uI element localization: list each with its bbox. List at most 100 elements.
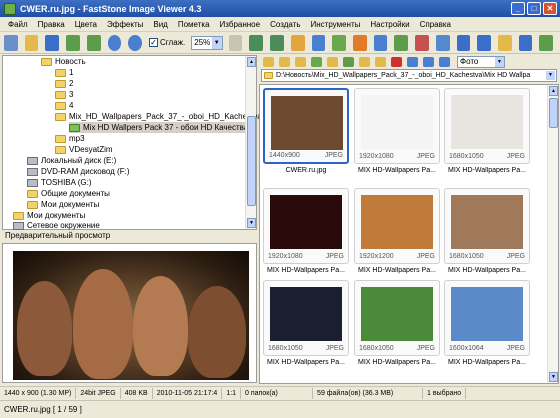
menu-edit[interactable]: Правка xyxy=(33,20,70,29)
thumbnail[interactable]: 1920x1080 JPEG xyxy=(354,88,440,164)
rotate-left-icon[interactable] xyxy=(373,34,388,51)
copy-icon[interactable] xyxy=(343,56,354,67)
zoom-select[interactable]: 25% ▼ xyxy=(191,35,223,50)
wallpaper-icon[interactable] xyxy=(498,34,512,51)
menu-tag[interactable]: Пометка xyxy=(173,20,215,29)
tree-item-label: 3 xyxy=(69,90,74,99)
thumbnail-dimensions: 1680x1050 xyxy=(449,153,484,160)
prev-image-icon[interactable] xyxy=(66,34,80,51)
copy-to-icon[interactable] xyxy=(249,34,264,51)
zoom-in-icon[interactable] xyxy=(107,34,122,51)
refresh-icon[interactable] xyxy=(311,56,322,67)
scroll-up-icon[interactable]: ▲ xyxy=(247,57,256,67)
scroll-thumb[interactable] xyxy=(549,98,558,128)
delete-icon[interactable] xyxy=(391,56,402,67)
sort-select[interactable]: Фото ▼ xyxy=(457,55,505,68)
scroll-down-icon[interactable]: ▼ xyxy=(549,372,558,382)
crop-icon[interactable] xyxy=(435,34,450,51)
hand-tool-icon[interactable] xyxy=(228,34,243,51)
smooth-check-box[interactable]: ✓ xyxy=(149,38,159,47)
tree-item[interactable]: Мои документы xyxy=(13,210,85,221)
thumbnail-format: JPEG xyxy=(324,152,343,159)
thumbnail[interactable]: 1920x1080 JPEG xyxy=(263,188,349,264)
thumbnail[interactable]: 1600x1064 JPEG xyxy=(444,280,530,356)
save-icon[interactable] xyxy=(45,34,60,51)
thumbnails-view-icon[interactable] xyxy=(407,56,418,67)
camera-icon[interactable] xyxy=(4,34,18,51)
account-icon[interactable] xyxy=(332,34,346,51)
tree-item[interactable]: Мои документы xyxy=(27,199,99,210)
smooth-checkbox[interactable]: ✓ Сглаж. xyxy=(149,38,185,47)
scroll-down-icon[interactable]: ▼ xyxy=(247,218,256,228)
tree-item[interactable]: Mix_HD_Wallpapers_Pack_37_-_oboi_HD_Kach… xyxy=(55,111,262,122)
tree-item-label: 4 xyxy=(69,101,74,110)
thumbnail[interactable]: 1680x1050 JPEG xyxy=(444,88,530,164)
file-index-bar: CWER.ru.jpg [ 1 / 59 ] xyxy=(0,400,560,418)
thumbnail[interactable]: 1680x1050 JPEG xyxy=(444,188,530,264)
thumbnail-caption: MIX HD-Wallpapers Pa... xyxy=(358,167,436,174)
tree-item[interactable]: Локальный диск (E:) xyxy=(27,155,116,166)
scroll-thumb[interactable] xyxy=(247,116,256,206)
tree-item[interactable]: Общие документы xyxy=(27,188,110,199)
thumbnail[interactable]: 1680x1050 JPEG xyxy=(263,280,349,356)
menu-settings[interactable]: Настройки xyxy=(365,20,414,29)
resize-icon[interactable] xyxy=(415,34,429,51)
settings-icon[interactable] xyxy=(539,34,554,51)
thumbnail[interactable]: 1680x1050 JPEG xyxy=(354,280,440,356)
chevron-down-icon[interactable]: ▼ xyxy=(546,71,555,80)
tree-item[interactable]: mp3 xyxy=(55,133,85,144)
scroll-up-icon[interactable]: ▲ xyxy=(549,86,558,96)
status-file-count: 59 файла(ов) (36.3 MB) xyxy=(313,387,424,399)
menu-file[interactable]: Файл xyxy=(3,20,33,29)
minimize-button[interactable]: _ xyxy=(511,2,525,15)
forward-arrow-icon[interactable] xyxy=(279,56,290,67)
menu-tools[interactable]: Инструменты xyxy=(305,20,365,29)
effects-icon[interactable] xyxy=(352,34,367,51)
tree-item-label: Mix HD Wallpers Pack 37 - обои HD Качест… xyxy=(83,123,249,132)
new-folder-icon[interactable] xyxy=(375,56,386,67)
menu-bar: Файл Правка Цвета Эффекты Вид Пометка Из… xyxy=(0,17,560,32)
tree-item[interactable]: TOSHIBA (G:) xyxy=(27,177,92,188)
zoom-ratio[interactable]: 1:1 xyxy=(222,387,242,399)
fullscreen-icon[interactable] xyxy=(518,34,533,51)
menu-colors[interactable]: Цвета xyxy=(70,20,102,29)
move-icon[interactable] xyxy=(359,56,370,67)
tree-item[interactable]: DVD-RAM дисковод (F:) xyxy=(27,166,130,177)
open-folder-icon[interactable] xyxy=(24,34,39,51)
close-button[interactable]: ✕ xyxy=(543,2,557,15)
menu-effects[interactable]: Эффекты xyxy=(102,20,148,29)
tree-item[interactable]: VDesyatZim xyxy=(55,144,113,155)
compare-icon[interactable] xyxy=(456,34,471,51)
up-folder-icon[interactable] xyxy=(295,56,306,67)
thumbnail-selected[interactable]: 1440x900 JPEG xyxy=(263,88,349,164)
address-bar[interactable]: D:\Новость\Mix_HD_Wallpapers_Pack_37_-_o… xyxy=(261,69,557,82)
tree-scrollbar[interactable]: ▲ ▼ xyxy=(245,56,256,229)
rotate-right-icon[interactable] xyxy=(394,34,409,51)
tree-item[interactable]: 3 xyxy=(55,89,73,100)
tree-item[interactable]: Сетевое окружение xyxy=(13,221,100,230)
menu-help[interactable]: Справка xyxy=(415,20,456,29)
tree-item[interactable]: 4 xyxy=(55,100,73,111)
tree-item-selected[interactable]: Mix HD Wallpers Pack 37 - обои HD Качест… xyxy=(69,122,252,133)
thumbnail-caption: MIX HD-Wallpapers Pa... xyxy=(267,267,345,274)
preview-image[interactable] xyxy=(13,251,249,380)
gallery-scrollbar[interactable]: ▲ ▼ xyxy=(547,85,558,383)
next-image-icon[interactable] xyxy=(86,34,101,51)
back-arrow-icon[interactable] xyxy=(263,56,274,67)
list-view-icon[interactable] xyxy=(423,56,434,67)
tree-item[interactable]: 1 xyxy=(55,67,73,78)
image-info-icon[interactable] xyxy=(311,34,326,51)
maximize-button[interactable]: □ xyxy=(527,2,541,15)
move-to-icon[interactable] xyxy=(270,34,284,51)
zoom-out-icon[interactable] xyxy=(128,34,143,51)
thumbnail[interactable]: 1920x1200 JPEG xyxy=(354,188,440,264)
slideshow-icon[interactable] xyxy=(290,34,305,51)
details-view-icon[interactable] xyxy=(439,56,450,67)
menu-favorites[interactable]: Избранное xyxy=(215,20,266,29)
menu-view[interactable]: Вид xyxy=(148,20,172,29)
tree-item[interactable]: Новость xyxy=(41,56,86,67)
contact-sheet-icon[interactable] xyxy=(477,34,492,51)
menu-create[interactable]: Создать xyxy=(265,20,305,29)
favorites-icon[interactable] xyxy=(327,56,338,67)
tree-item[interactable]: 2 xyxy=(55,78,73,89)
